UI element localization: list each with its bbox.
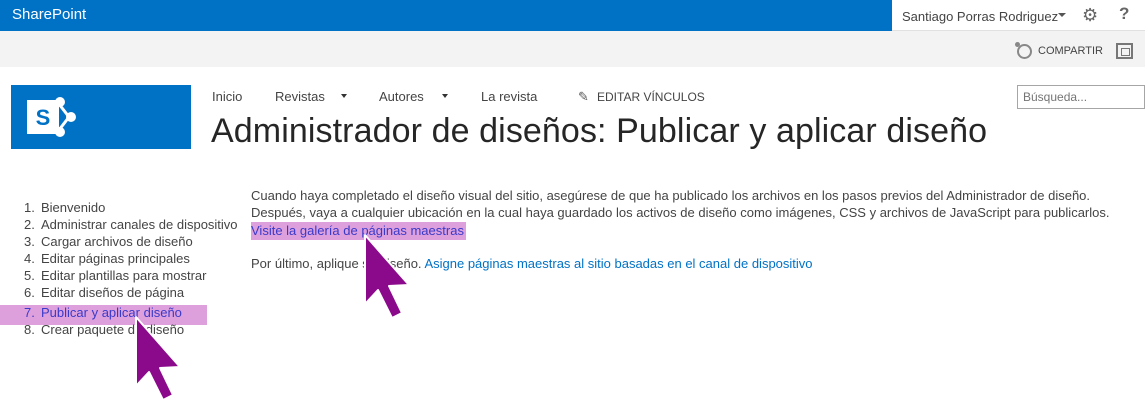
- step-item[interactable]: 6. Editar diseños de página: [0, 285, 240, 302]
- pencil-icon[interactable]: ✎: [578, 89, 589, 105]
- step-number: 2.: [24, 217, 35, 232]
- app-brand[interactable]: SharePoint: [12, 6, 86, 23]
- share-button[interactable]: COMPARTIR: [1038, 45, 1103, 57]
- step-item[interactable]: 1. Bienvenido: [0, 200, 240, 217]
- user-menu[interactable]: Santiago Porras Rodriguez: [902, 9, 1058, 24]
- chevron-down-icon[interactable]: [442, 94, 448, 98]
- step-item[interactable]: 2. Administrar canales de dispositivo: [0, 217, 240, 234]
- chevron-down-icon[interactable]: [341, 94, 347, 98]
- pointer-arrow-icon: [135, 316, 181, 401]
- step-number: 7.: [24, 305, 35, 320]
- step-label[interactable]: Administrar canales de dispositivo: [41, 217, 238, 232]
- focus-on-content-icon[interactable]: [1116, 43, 1133, 59]
- step-label[interactable]: Editar páginas principales: [41, 251, 190, 266]
- step-item[interactable]: 3. Cargar archivos de diseño: [0, 234, 240, 251]
- step-item[interactable]: 8. Crear paquete de diseño: [0, 322, 240, 339]
- share-icon[interactable]: [1015, 42, 1032, 59]
- step-label[interactable]: Cargar archivos de diseño: [41, 234, 193, 249]
- instructions-line-1: Cuando haya completado el diseño visual …: [251, 188, 1091, 203]
- step-item[interactable]: 4. Editar páginas principales: [0, 251, 240, 268]
- assign-master-pages-link[interactable]: Asigne páginas maestras al sitio basadas…: [424, 256, 812, 271]
- gear-icon[interactable]: ⚙: [1082, 5, 1098, 26]
- nav-item-inicio[interactable]: Inicio: [212, 89, 242, 104]
- step-number: 4.: [24, 251, 35, 266]
- search-input[interactable]: [1017, 85, 1145, 109]
- step-label[interactable]: Editar diseños de página: [41, 285, 184, 300]
- pointer-arrow-icon: [364, 234, 410, 319]
- master-page-gallery-link[interactable]: Visite la galería de páginas maestras: [251, 222, 466, 240]
- step-number: 1.: [24, 200, 35, 215]
- nav-item-autores[interactable]: Autores: [379, 89, 424, 104]
- site-logo[interactable]: S: [11, 85, 191, 149]
- step-number: 3.: [24, 234, 35, 249]
- edit-links-button[interactable]: EDITAR VÍNCULOS: [597, 90, 705, 104]
- step-item-current[interactable]: 7. Publicar y aplicar diseño: [0, 305, 240, 322]
- chevron-down-icon[interactable]: [1058, 13, 1066, 17]
- page-title: Administrador de diseños: Publicar y apl…: [211, 112, 988, 150]
- svg-text:S: S: [36, 105, 51, 130]
- instructions-line-2: Después, vaya a cualquier ubicación en l…: [251, 205, 1110, 220]
- sharepoint-logo-icon: S: [27, 97, 76, 137]
- step-label[interactable]: Bienvenido: [41, 200, 105, 215]
- nav-item-la-revista[interactable]: La revista: [481, 89, 537, 104]
- help-icon[interactable]: ?: [1119, 4, 1129, 24]
- step-number: 6.: [24, 285, 35, 300]
- step-item[interactable]: 5. Editar plantillas para mostrar: [0, 268, 240, 285]
- step-label[interactable]: Editar plantillas para mostrar: [41, 268, 206, 283]
- action-bar: COMPARTIR: [0, 31, 1145, 67]
- suite-bar: SharePoint Santiago Porras Rodriguez ⚙ ?: [0, 0, 1145, 31]
- step-number: 5.: [24, 268, 35, 283]
- user-area: Santiago Porras Rodriguez ⚙ ?: [892, 0, 1145, 31]
- nav-item-revistas[interactable]: Revistas: [275, 89, 325, 104]
- step-number: 8.: [24, 322, 35, 337]
